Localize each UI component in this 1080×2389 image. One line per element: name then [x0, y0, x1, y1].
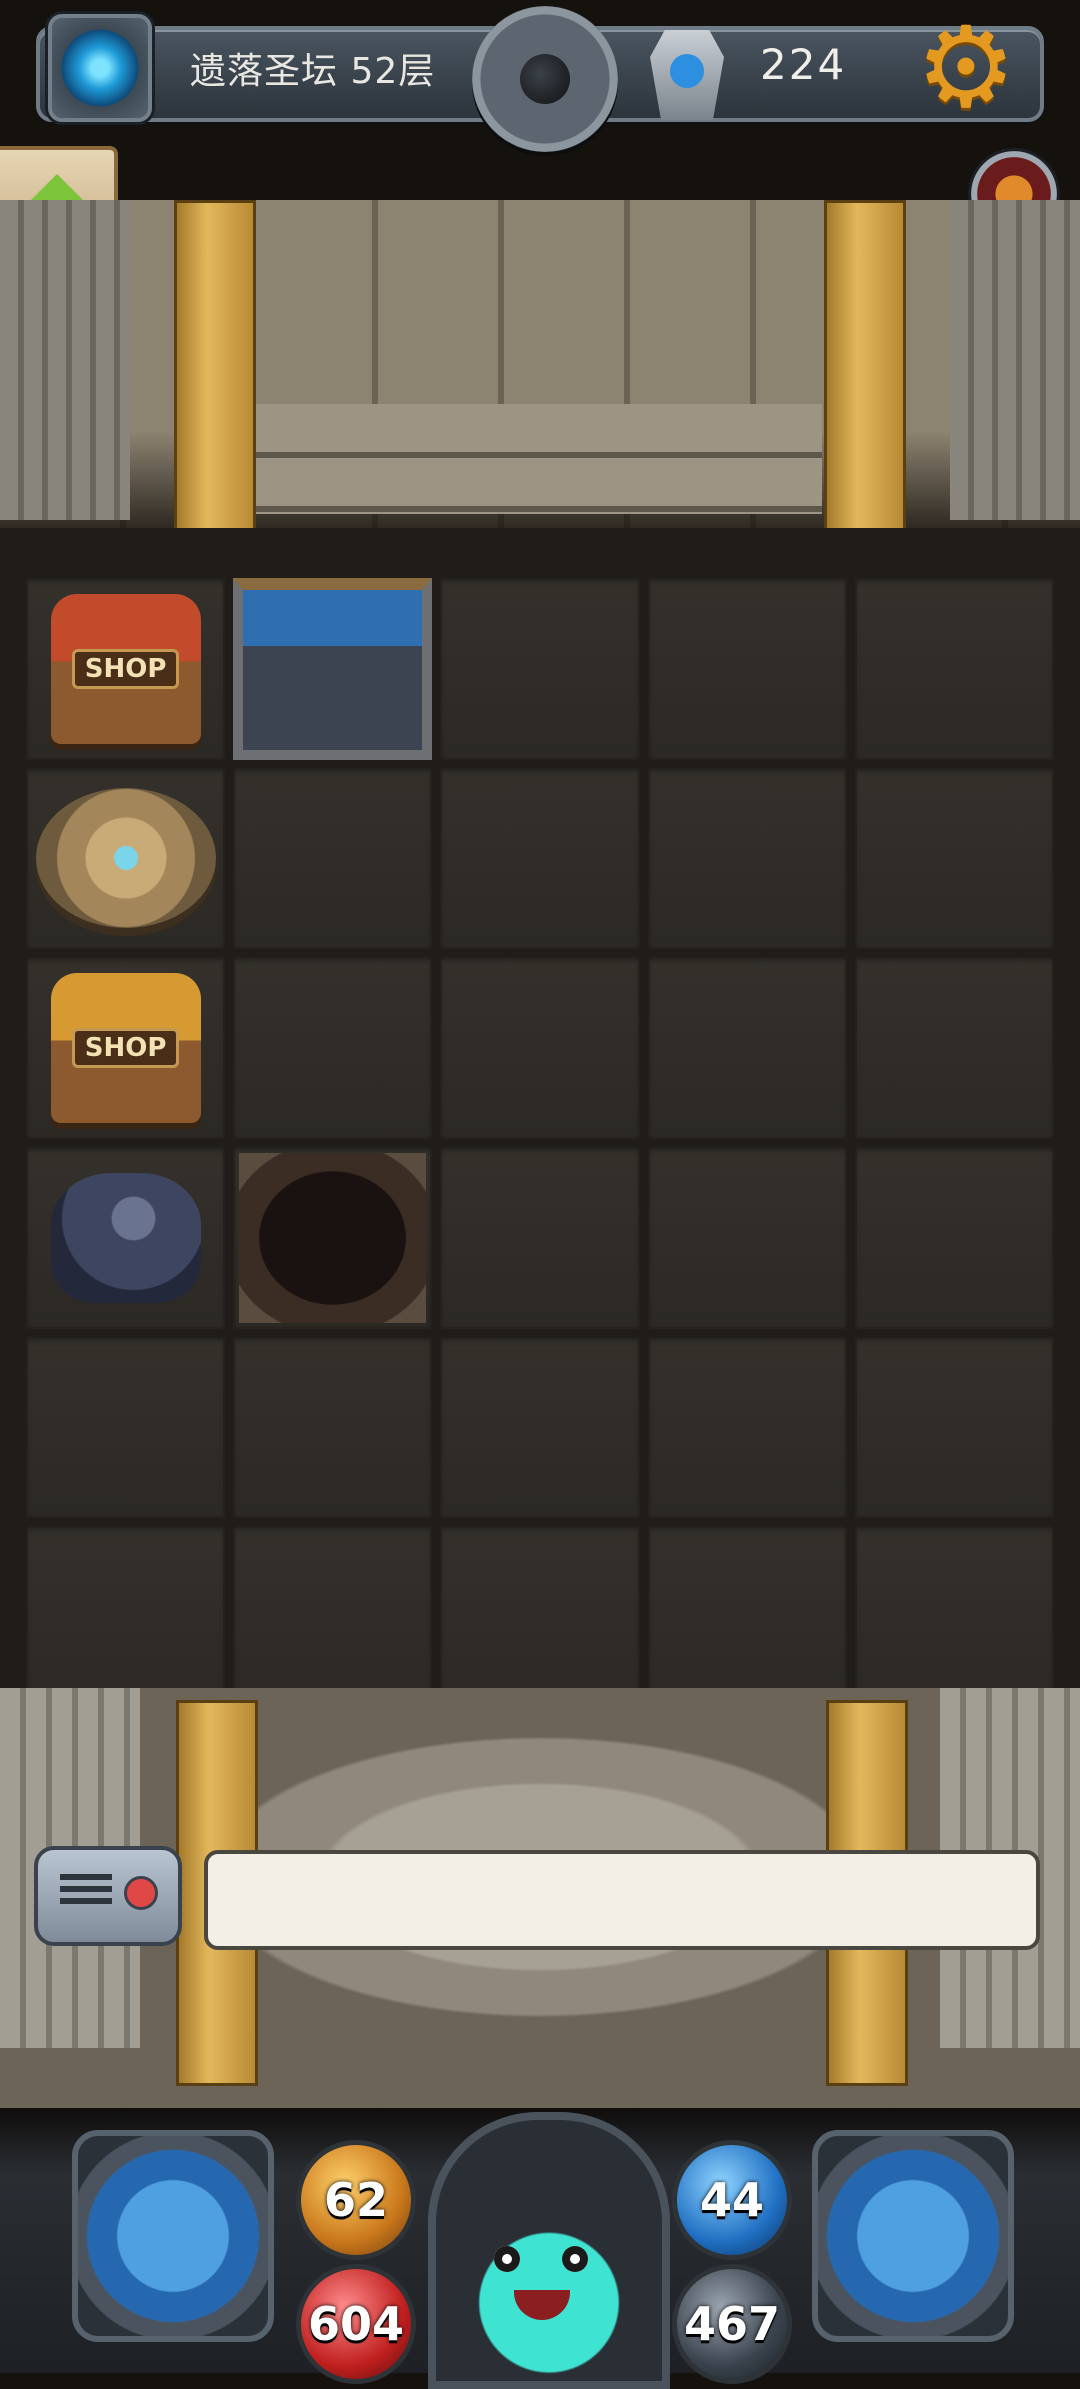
- stone-altar[interactable]: [35, 788, 216, 929]
- grid-cell[interactable]: SHOP: [26, 578, 226, 760]
- grid-cell-stairs-down[interactable]: [233, 578, 433, 760]
- up-arrow-icon: [31, 174, 83, 220]
- grid-cell[interactable]: [647, 767, 847, 950]
- grid-cell-pit[interactable]: [233, 1147, 433, 1329]
- grid-cell[interactable]: [854, 578, 1054, 760]
- grid-cell[interactable]: [854, 1526, 1054, 1708]
- dungeon-grid: SHOP SHOP: [26, 578, 1054, 1708]
- gem-icon: [650, 30, 724, 120]
- grid-cell[interactable]: [440, 1147, 640, 1329]
- spellbook-button[interactable]: [812, 2130, 1014, 2342]
- hero-equipment-button[interactable]: [72, 2130, 274, 2342]
- shop-sign: SHOP: [71, 1028, 180, 1069]
- message-box: [204, 1850, 1040, 1950]
- slime-eye-right: [562, 2246, 588, 2272]
- grid-cell[interactable]: [440, 578, 640, 760]
- grid-cell[interactable]: [26, 1526, 226, 1708]
- grid-cell[interactable]: SHOP: [26, 957, 226, 1139]
- upper-stairs: [252, 404, 822, 514]
- grid-cell[interactable]: [26, 767, 226, 950]
- grid-cell[interactable]: [647, 1336, 847, 1519]
- shop-sign: SHOP: [71, 648, 180, 689]
- grid-cell[interactable]: [440, 957, 640, 1139]
- settings-gear-icon[interactable]: ⚙: [916, 12, 1016, 124]
- grid-cell[interactable]: [26, 1147, 226, 1329]
- gold-post-right: [824, 200, 906, 536]
- gold-post-left: [174, 200, 256, 536]
- hp-stat: 604: [296, 2264, 416, 2384]
- gem-count: 224: [760, 40, 847, 89]
- grid-cell[interactable]: [854, 1147, 1054, 1329]
- grid-cell[interactable]: [233, 1526, 433, 1708]
- stairs-down-tile[interactable]: [233, 578, 433, 760]
- stone-pillar-right: [950, 200, 1080, 520]
- grid-cell[interactable]: [854, 1336, 1054, 1519]
- radio-icon[interactable]: [34, 1846, 182, 1946]
- equipment-shop-building[interactable]: SHOP: [50, 973, 201, 1124]
- pit-hole[interactable]: [239, 1153, 427, 1323]
- portal-icon[interactable]: [48, 14, 152, 122]
- grid-cell[interactable]: [647, 578, 847, 760]
- grid-cell[interactable]: [233, 957, 433, 1139]
- shop-building[interactable]: SHOP: [50, 593, 201, 744]
- floor-label: 遗落圣坛 52层: [190, 51, 436, 92]
- grid-cell[interactable]: [854, 957, 1054, 1139]
- attack-stat: 62: [296, 2140, 416, 2260]
- grid-cell[interactable]: [647, 957, 847, 1139]
- grid-cell[interactable]: [440, 1526, 640, 1708]
- grid-cell[interactable]: [440, 1336, 640, 1519]
- grid-cell[interactable]: [233, 767, 433, 950]
- iron-golem-icon[interactable]: [50, 1172, 201, 1303]
- slime-hero-portrait[interactable]: [428, 2112, 670, 2389]
- grid-cell[interactable]: [854, 767, 1054, 950]
- medallion-icon[interactable]: [472, 6, 618, 152]
- grid-cell[interactable]: [26, 1336, 226, 1519]
- slime-eye-left: [494, 2246, 520, 2272]
- grid-cell[interactable]: [647, 1526, 847, 1708]
- mana-stat: 467: [672, 2264, 792, 2384]
- grid-cell[interactable]: [440, 767, 640, 950]
- defense-stat: 44: [672, 2140, 792, 2260]
- grid-cell[interactable]: [647, 1147, 847, 1329]
- grid-cell[interactable]: [233, 1336, 433, 1519]
- stone-pillar-left: [0, 200, 130, 520]
